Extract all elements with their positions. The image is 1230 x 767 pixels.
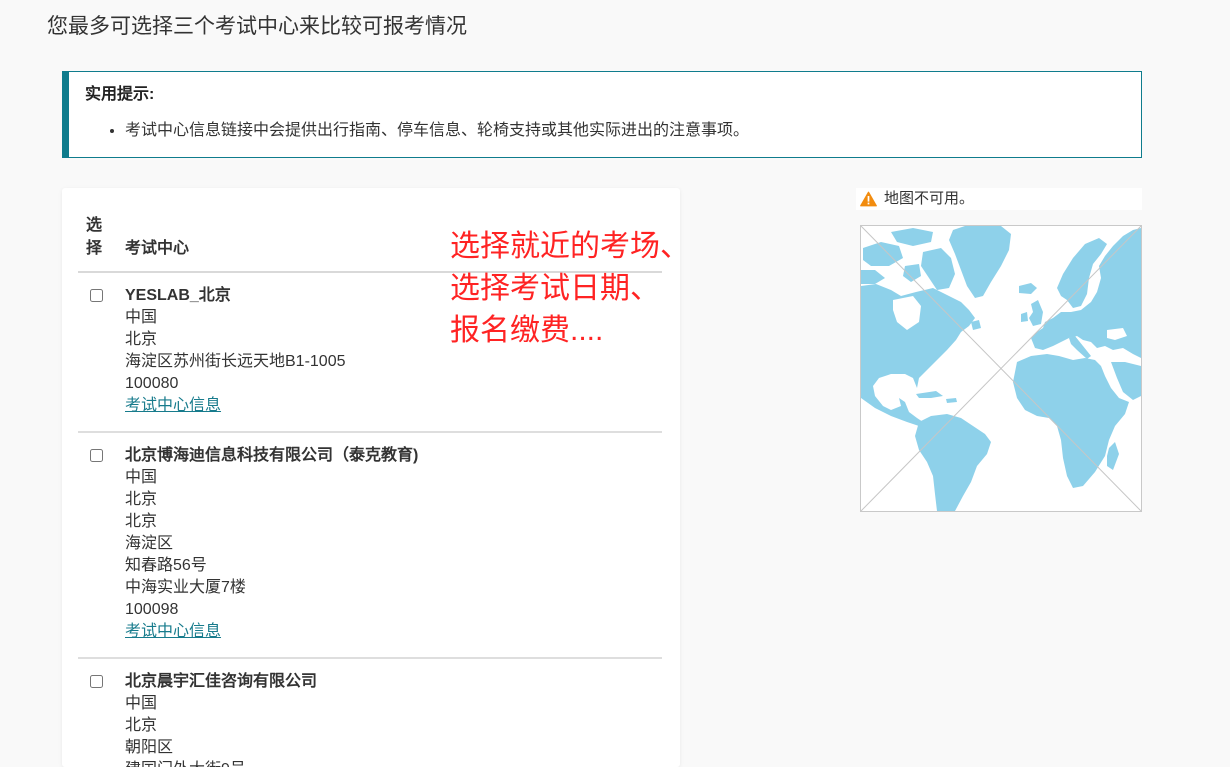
map-land-ireland xyxy=(1021,312,1028,322)
map-land-hispaniola xyxy=(946,398,957,403)
map-land-baffin-island xyxy=(921,248,955,290)
select-checkbox[interactable] xyxy=(90,675,103,688)
annotation-line: 选择就近的考场、 xyxy=(450,230,690,263)
select-cell xyxy=(78,445,125,643)
map-land-south-america xyxy=(915,414,991,511)
map-land-madagascar xyxy=(1107,442,1119,470)
map-status-bar: 地图不可用。 xyxy=(856,188,1142,210)
tips-title: 实用提示: xyxy=(85,86,155,103)
address-line: 中国 xyxy=(125,695,158,712)
table-header-center: 考试中心 xyxy=(125,240,190,257)
table-row: 北京晨宇汇佳咨询有限公司 中国 北京 朝阳区 建国门外大街9号 xyxy=(78,659,662,767)
select-checkbox[interactable] xyxy=(90,449,103,462)
address-line: 100080 xyxy=(125,375,179,392)
map-land-great-britain xyxy=(1029,300,1043,326)
center-info-link[interactable]: 考试中心信息 xyxy=(125,395,221,417)
center-name: 北京晨宇汇佳咨询有限公司 xyxy=(125,673,318,690)
table-row: 北京博海迪信息科技有限公司（泰克教育) 中国 北京 北京 海淀区 知春路56号 … xyxy=(78,433,662,659)
select-cell xyxy=(78,285,125,417)
address-line: 100098 xyxy=(125,601,179,618)
map-land-arctic-islands xyxy=(891,228,933,246)
warning-icon xyxy=(860,191,877,207)
map-land-newfoundland xyxy=(971,320,981,330)
address-line: 北京 xyxy=(125,717,158,734)
address-line: 建国门外大街9号 xyxy=(125,759,662,767)
world-map-image xyxy=(861,226,1141,511)
address-line: 朝阳区 xyxy=(125,739,174,756)
select-checkbox[interactable] xyxy=(90,289,103,302)
map-land-greenland xyxy=(949,226,1011,298)
center-cell: 北京博海迪信息科技有限公司（泰克教育) 中国 北京 北京 海淀区 知春路56号 … xyxy=(125,445,662,643)
table-header-select: 选择 xyxy=(86,217,103,257)
address-line: 中海实业大厦7楼 xyxy=(125,579,246,596)
address-line: 北京 xyxy=(125,491,158,508)
map-land-arctic-islands xyxy=(861,270,885,284)
map-status-text: 地图不可用。 xyxy=(884,190,975,207)
select-cell xyxy=(78,671,125,767)
address-line: 知春路56号 xyxy=(125,557,207,574)
tips-item: 考试中心信息链接中会提供出行指南、停车信息、轮椅支持或其他实际进出的注意事项。 xyxy=(125,121,1141,141)
address-line: 海淀区苏州街长远天地B1-1005 xyxy=(125,353,346,370)
center-info-link[interactable]: 考试中心信息 xyxy=(125,621,221,643)
exam-center-selection-page: 您最多可选择三个考试中心来比较可报考情况 实用提示: 考试中心信息链接中会提供出… xyxy=(0,0,1230,767)
annotation-overlay: 选择就近的考场、 选择考试日期、 报名缴费.... xyxy=(450,226,690,352)
center-cell: 北京晨宇汇佳咨询有限公司 中国 北京 朝阳区 建国门外大街9号 xyxy=(125,671,662,767)
map-frame xyxy=(860,225,1142,512)
tips-box: 实用提示: 考试中心信息链接中会提供出行指南、停车信息、轮椅支持或其他实际进出的… xyxy=(62,71,1142,158)
center-name: 北京博海迪信息科技有限公司（泰克教育) xyxy=(125,447,419,464)
address-line: 海淀区 xyxy=(125,535,174,552)
annotation-line: 选择考试日期、 xyxy=(450,272,660,305)
address-line: 北京 xyxy=(125,513,158,530)
annotation-line: 报名缴费.... xyxy=(450,314,604,347)
address-line: 中国 xyxy=(125,469,158,486)
map-land-iceland xyxy=(1019,283,1037,294)
page-heading: 您最多可选择三个考试中心来比较可报考情况 xyxy=(47,15,467,38)
tips-list: 考试中心信息链接中会提供出行指南、停车信息、轮椅支持或其他实际进出的注意事项。 xyxy=(85,121,1141,141)
map-land-cuba xyxy=(916,391,943,398)
map-land-arctic-islands xyxy=(903,264,921,282)
